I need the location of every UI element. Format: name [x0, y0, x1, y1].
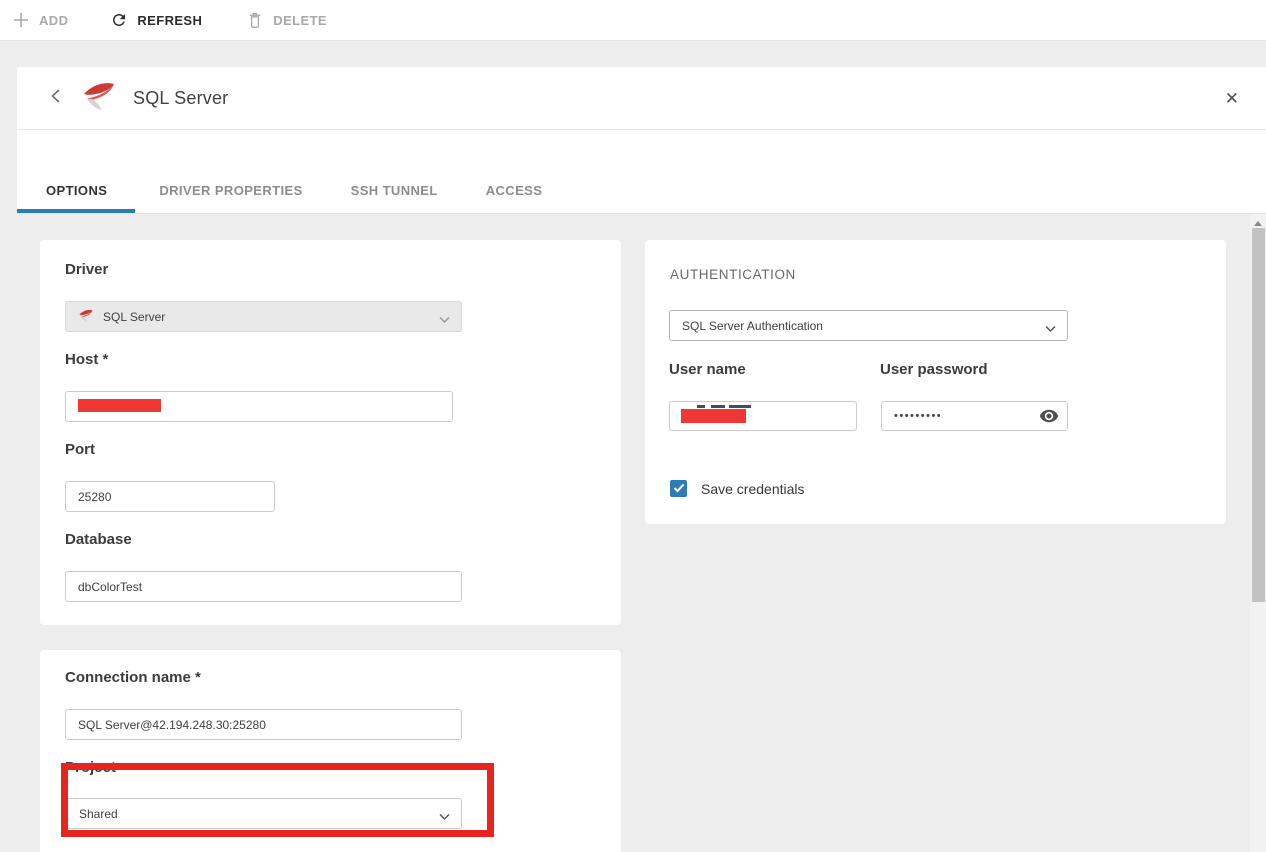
save-credentials-row[interactable]: Save credentials — [670, 480, 805, 497]
sql-server-logo-icon — [81, 79, 117, 118]
tab-driver-properties-label: DRIVER PROPERTIES — [159, 183, 302, 198]
trash-icon — [246, 11, 264, 29]
connection-dialog: SQL Server ✕ OPTIONS DRIVER PROPERTIES S… — [17, 67, 1266, 852]
driver-select-value: SQL Server — [103, 310, 165, 324]
connection-name-label: Connection name * — [65, 669, 201, 686]
close-icon[interactable]: ✕ — [1225, 90, 1239, 107]
save-credentials-label: Save credentials — [701, 481, 805, 497]
eye-icon[interactable] — [1039, 406, 1059, 431]
host-label: Host * — [65, 351, 108, 368]
dialog-header: SQL Server ✕ — [17, 67, 1266, 130]
tab-access-label: ACCESS — [486, 183, 543, 198]
tab-options-label: OPTIONS — [46, 183, 107, 198]
delete-button[interactable]: DELETE — [246, 11, 327, 29]
driver-select[interactable]: SQL Server — [65, 301, 462, 332]
database-input[interactable] — [65, 571, 462, 602]
chevron-down-icon — [1045, 322, 1056, 336]
tab-access[interactable]: ACCESS — [462, 167, 567, 213]
username-redaction-overlay — [681, 409, 746, 423]
save-credentials-checkbox[interactable] — [670, 480, 687, 497]
project-select-value: Shared — [79, 807, 118, 821]
delete-label: DELETE — [273, 14, 327, 27]
database-label: Database — [65, 531, 132, 548]
plus-icon — [12, 11, 30, 29]
connection-dialog-page: ADD REFRESH DELETE — [0, 0, 1266, 852]
add-button[interactable]: ADD — [12, 11, 68, 29]
general-settings-card: Connection name * Project Shared — [40, 650, 621, 852]
dialog-content: Driver SQL Server Host * — [17, 214, 1266, 852]
add-label: ADD — [39, 14, 68, 27]
authentication-section-title: AUTHENTICATION — [670, 267, 796, 282]
authentication-card: AUTHENTICATION SQL Server Authentication… — [645, 240, 1226, 524]
tab-ssh-tunnel-label: SSH TUNNEL — [351, 183, 438, 198]
auth-method-select[interactable]: SQL Server Authentication — [669, 310, 1068, 341]
chevron-left-icon — [49, 88, 63, 109]
password-field-wrap — [881, 401, 1068, 431]
driver-label: Driver — [65, 261, 108, 278]
refresh-label: REFRESH — [137, 14, 202, 27]
checkmark-icon — [673, 480, 685, 498]
top-toolbar: ADD REFRESH DELETE — [0, 0, 1266, 41]
tab-bar: OPTIONS DRIVER PROPERTIES SSH TUNNEL ACC… — [17, 130, 1266, 214]
sql-server-driver-icon — [78, 308, 94, 326]
connection-name-input[interactable] — [65, 709, 462, 740]
host-redaction-overlay — [78, 399, 161, 412]
chevron-down-icon — [439, 810, 450, 824]
vertical-scrollbar[interactable] — [1250, 214, 1266, 852]
auth-method-value: SQL Server Authentication — [682, 319, 823, 333]
password-label: User password — [880, 361, 988, 378]
refresh-button[interactable]: REFRESH — [110, 11, 202, 29]
tab-ssh-tunnel[interactable]: SSH TUNNEL — [327, 167, 462, 213]
scrollbar-thumb[interactable] — [1252, 228, 1265, 602]
project-label: Project — [65, 759, 116, 776]
port-label: Port — [65, 441, 95, 458]
scrollbar-up-arrow-icon[interactable] — [1254, 221, 1262, 226]
main-settings-card: Driver SQL Server Host * — [40, 240, 621, 625]
tab-driver-properties[interactable]: DRIVER PROPERTIES — [135, 167, 326, 213]
back-button[interactable] — [45, 87, 67, 109]
username-label: User name — [669, 361, 746, 378]
chevron-down-icon — [439, 313, 450, 327]
tab-options[interactable]: OPTIONS — [17, 167, 135, 213]
port-input[interactable] — [65, 481, 275, 512]
dialog-title: SQL Server — [133, 88, 228, 109]
refresh-icon — [110, 11, 128, 29]
project-select[interactable]: Shared — [66, 798, 462, 829]
